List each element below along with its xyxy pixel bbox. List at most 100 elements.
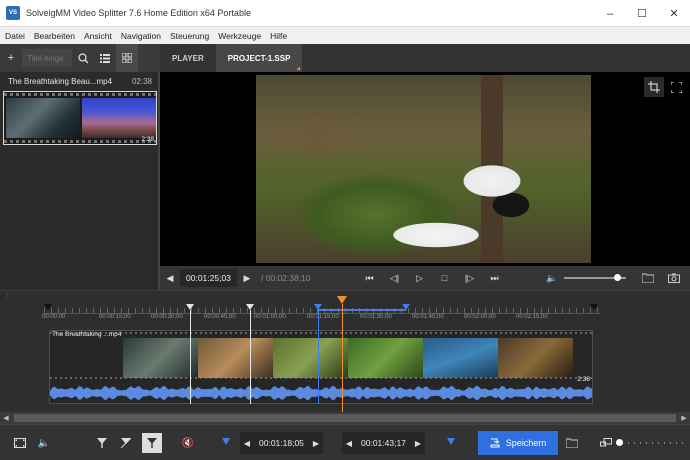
tick-label: 00:01:30;00 [360, 314, 392, 320]
time-next-arrow-icon[interactable]: ▶ [237, 266, 257, 290]
tick-label: 00:01:00;00 [254, 314, 286, 320]
end-marker-icon[interactable] [590, 304, 598, 310]
media-thumbnail[interactable]: 2:38 [3, 91, 157, 145]
playhead-marker-icon[interactable] [337, 296, 347, 304]
selection-start-line [318, 310, 319, 404]
grid-view-icon[interactable] [116, 44, 138, 72]
current-time-field[interactable]: 00:01:25;03 [180, 269, 237, 287]
end-time-next-icon[interactable]: ▶ [411, 439, 425, 448]
video-frame-panda[interactable] [256, 75, 591, 263]
tick-label: 00:01:15;00 [307, 314, 339, 320]
selection-range-bar[interactable] [318, 309, 406, 311]
save-button[interactable]: Speichern [478, 431, 558, 455]
track-clip-name: The Breathtaking ...mp4 [52, 331, 122, 338]
thumbnail-duration: 2:38 [141, 136, 154, 143]
stop-icon[interactable]: □ [432, 266, 457, 290]
track-frame [423, 338, 498, 378]
start-time-value[interactable]: 00:01:18;05 [254, 438, 309, 448]
marker-filter-icon[interactable] [142, 433, 162, 453]
end-time-value[interactable]: 00:01:43;17 [356, 438, 411, 448]
tab-project[interactable]: PROJECT-1.SSP [215, 44, 303, 72]
next-frame-icon[interactable]: |▷ [457, 266, 482, 290]
maximize-button[interactable]: ☐ [626, 0, 658, 27]
list-view-icon[interactable] [94, 44, 116, 72]
scrollbar-thumb[interactable] [14, 414, 676, 422]
start-time-next-icon[interactable]: ▶ [309, 439, 323, 448]
media-file-name: The Breathtaking Beau...mp4 [8, 76, 113, 86]
track-frame [198, 338, 273, 378]
media-duration: 02:38 [131, 76, 152, 86]
menu-datei[interactable]: Datei [0, 31, 29, 41]
menu-steuerung[interactable]: Steuerung [165, 31, 213, 41]
video-track[interactable]: The Breathtaking ...mp4 2:38 [49, 330, 593, 404]
thumbnail-frame-1 [6, 98, 80, 138]
start-time-spinner[interactable]: ◀ 00:01:18;05 ▶ [240, 432, 323, 454]
close-button[interactable]: ✕ [658, 0, 690, 27]
play-icon[interactable]: ▷ [407, 266, 432, 290]
panel-grip-icon[interactable]: ⋮ [4, 292, 10, 299]
mute-icon[interactable]: 🔇 [178, 433, 198, 453]
media-item-header[interactable]: The Breathtaking Beau...mp4 02:38 [0, 72, 158, 90]
menu-bearbeiten[interactable]: Bearbeiten [29, 31, 79, 41]
end-time-spinner[interactable]: ◀ 00:01:43;17 ▶ [342, 432, 425, 454]
tick-label: 00:00:15;00 [99, 314, 131, 320]
marker-remove-icon[interactable] [116, 433, 136, 453]
selection-start-icon[interactable] [222, 438, 230, 445]
menu-werkzeuge[interactable]: Werkzeuge [213, 31, 265, 41]
go-to-end-icon[interactable]: ⏭ [482, 266, 507, 290]
crop-icon[interactable] [644, 77, 664, 97]
scroll-left-icon[interactable]: ◀ [0, 412, 12, 424]
end-time-prev-icon[interactable]: ◀ [342, 439, 356, 448]
film-strip-bottom [4, 140, 156, 143]
output-folder-icon[interactable] [562, 433, 582, 453]
marker-add-icon[interactable] [92, 433, 112, 453]
tick-label: 00:00:45;00 [204, 314, 236, 320]
audio-track-toggle-icon[interactable]: 🔈 [34, 433, 54, 453]
zoom-icon[interactable] [596, 433, 616, 453]
segment-line [250, 310, 251, 404]
track-frame [498, 338, 573, 378]
view-tabs: PLAYER PROJECT-1.SSP [160, 44, 690, 72]
track-frame [123, 338, 198, 378]
thumbnail-frame-2 [82, 98, 156, 138]
scroll-right-icon[interactable]: ▶ [678, 412, 690, 424]
time-prev-arrow-icon[interactable]: ◀ [160, 266, 180, 290]
zoom-slider-knob[interactable] [616, 439, 623, 446]
selection-end-marker-icon[interactable] [402, 304, 410, 310]
modified-indicator-icon [296, 66, 301, 70]
menu-hilfe[interactable]: Hilfe [265, 31, 291, 41]
minimize-button[interactable]: – [594, 0, 626, 27]
volume-slider-knob[interactable] [613, 274, 621, 281]
menu-navigation[interactable]: Navigation [116, 31, 165, 41]
open-folder-icon[interactable] [638, 266, 658, 290]
film-strip-top [4, 93, 156, 96]
zoom-slider[interactable] [616, 439, 684, 446]
previous-frame-icon[interactable]: ◁| [382, 266, 407, 290]
save-button-label: Speichern [505, 438, 547, 448]
volume-icon[interactable]: 🔈 [542, 266, 562, 290]
tab-player[interactable]: PLAYER [160, 44, 216, 72]
video-track-toggle-icon[interactable] [10, 433, 30, 453]
title-search-input[interactable] [22, 49, 72, 67]
start-marker-icon[interactable] [44, 304, 52, 310]
fullscreen-icon[interactable] [666, 77, 686, 97]
tick-label: 00:01:45;00 [412, 314, 444, 320]
go-to-start-icon[interactable]: ⏮ [357, 266, 382, 290]
start-time-prev-icon[interactable]: ◀ [240, 439, 254, 448]
tick-label: 00:00:30;00 [151, 314, 183, 320]
selection-end-icon[interactable] [447, 438, 455, 445]
add-media-plus-icon[interactable]: + [0, 44, 22, 72]
window-title: SolveigMM Video Splitter 7.6 Home Editio… [26, 8, 251, 18]
timeline-scrollbar[interactable]: ◀ ▶ [0, 412, 690, 424]
search-icon[interactable] [72, 44, 94, 72]
track-duration: 2:38 [577, 376, 590, 383]
menu-bar: Datei Bearbeiten Ansicht Navigation Steu… [0, 27, 690, 44]
menu-ansicht[interactable]: Ansicht [79, 31, 116, 41]
window-controls: – ☐ ✕ [594, 0, 690, 27]
tick-label: 00:00:00 [42, 314, 66, 320]
track-film-top [50, 332, 592, 334]
snapshot-camera-icon[interactable] [664, 266, 684, 290]
app-logo-icon: VS [6, 6, 20, 20]
tick-label: 00:02:15;00 [516, 314, 548, 320]
volume-slider[interactable] [564, 274, 626, 281]
